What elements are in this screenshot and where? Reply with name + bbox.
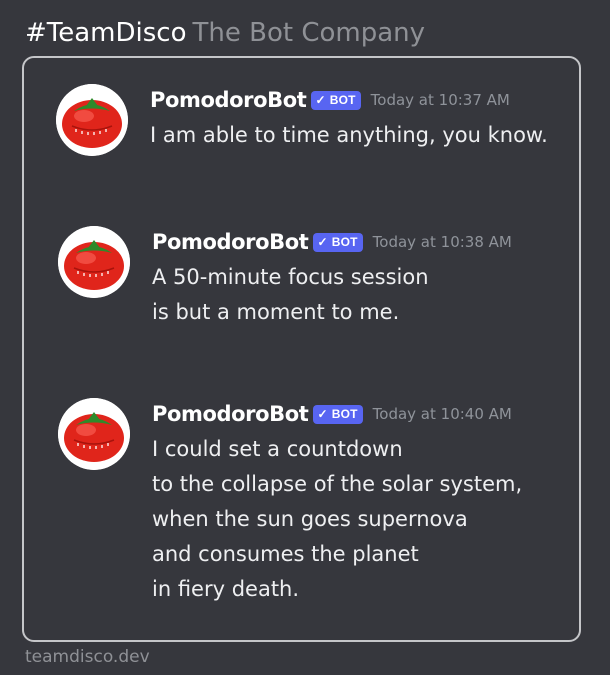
check-icon: ✓ [317,235,328,249]
brand-company: The Bot Company [192,18,426,48]
message-line: I could set a countdown [152,437,403,461]
message-line: I am able to time anything, you know. [150,123,548,147]
bot-badge: ✓ BOT [313,404,363,424]
bot-badge: ✓ BOT [313,232,363,252]
message-line: in fiery death. [152,577,300,601]
message-body: I am able to time anything, you know. [150,118,548,153]
message-body: I could set a countdown to the collapse … [152,432,522,607]
bot-badge-label: BOT [331,235,358,249]
author-name[interactable]: PomodoroBot [152,230,309,254]
message-line: and consumes the planet [152,542,419,566]
message-line: when the sun goes supernova [152,507,468,531]
avatar[interactable] [56,84,128,156]
message-line: A 50-minute focus session [152,265,429,289]
message-header: PomodoroBot ✓ BOT Today at 10:38 AM [152,226,512,258]
avatar[interactable] [58,226,130,298]
tomato-timer-icon [58,398,130,470]
bot-badge-label: BOT [331,407,358,421]
message-body: A 50-minute focus session is but a momen… [152,260,429,330]
timestamp: Today at 10:40 AM [372,405,512,423]
message-line: to the collapse of the solar system, [152,472,523,496]
bot-badge-label: BOT [329,93,356,107]
check-icon: ✓ [315,93,326,107]
chat-card: PomodoroBot ✓ BOT Today at 10:37 AM I am … [22,56,581,642]
author-name[interactable]: PomodoroBot [150,88,307,112]
avatar[interactable] [58,398,130,470]
tomato-timer-icon [58,226,130,298]
tomato-timer-icon [56,84,128,156]
timestamp: Today at 10:38 AM [372,233,512,251]
footer-url[interactable]: teamdisco.dev [25,647,150,667]
page: #TeamDisco The Bot Company PomodoroBot ✓ B… [0,0,610,675]
timestamp: Today at 10:37 AM [370,91,510,109]
bot-badge: ✓ BOT [311,90,361,110]
author-name[interactable]: PomodoroBot [152,402,309,426]
message-header: PomodoroBot ✓ BOT Today at 10:37 AM [150,84,510,116]
check-icon: ✓ [317,407,328,421]
brand-tag: #TeamDisco [25,18,187,48]
brand-header: #TeamDisco The Bot Company [25,15,425,51]
message-header: PomodoroBot ✓ BOT Today at 10:40 AM [152,398,512,430]
message-line: is but a moment to me. [152,300,400,324]
